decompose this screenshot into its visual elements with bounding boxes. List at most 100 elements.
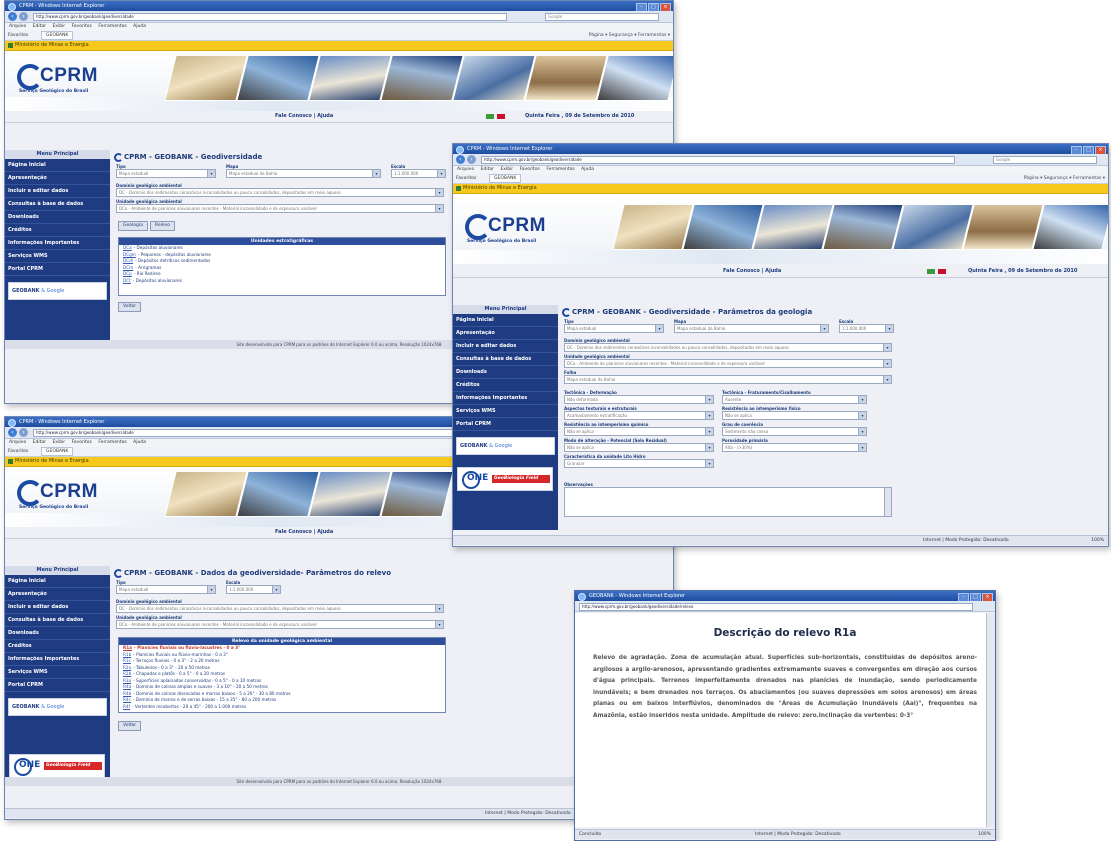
- menu-edit[interactable]: Editar: [33, 440, 46, 445]
- lithohydro-select[interactable]: Granular ▾: [564, 459, 714, 468]
- popup-url-field[interactable]: http://www.cprm.gov.br/geobank/geodivers…: [579, 603, 973, 611]
- map-select[interactable]: Mapa estadual da Bahia ▾: [226, 169, 381, 178]
- brazil-flag-icon[interactable]: [486, 114, 494, 119]
- minimize-icon[interactable]: –: [958, 593, 969, 601]
- sidebar-item-edit-data[interactable]: Incluir e editar dados: [5, 601, 110, 614]
- sidebar-item-queries[interactable]: Consultas à base de dados: [5, 198, 110, 211]
- sidebar-item-important-info[interactable]: Informações Importantes: [5, 653, 110, 666]
- sidebar-item-wms[interactable]: Serviços WMS: [5, 666, 110, 679]
- sidebar-item-edit-data[interactable]: Incluir e editar dados: [453, 340, 558, 353]
- unit-select[interactable]: DCa - Ambiente de planícies aluvionares …: [116, 204, 444, 213]
- geobank-google-link[interactable]: GEOBANK & Google: [8, 282, 107, 300]
- map-select[interactable]: Mapa estadual da Bahia ▾: [674, 324, 829, 333]
- list-item[interactable]: DCt - Depósitos aluvionares: [119, 278, 445, 285]
- scrollbar[interactable]: [884, 488, 891, 516]
- sidebar-item-credits[interactable]: Créditos: [5, 224, 110, 237]
- sidebar-item-wms[interactable]: Serviços WMS: [453, 405, 558, 418]
- close-icon[interactable]: ×: [982, 593, 993, 601]
- zoom-level[interactable]: 100%: [1091, 536, 1104, 545]
- search-box[interactable]: Google: [545, 13, 659, 21]
- menu-favorites[interactable]: Favoritos: [72, 440, 92, 445]
- sidebar-item-home[interactable]: Página Inicial: [453, 314, 558, 327]
- menu-file[interactable]: Arquivo: [457, 167, 474, 172]
- english-flag-icon[interactable]: [938, 269, 946, 274]
- notes-textarea[interactable]: [564, 487, 892, 517]
- back-button[interactable]: Voltar: [118, 302, 142, 312]
- browser-tab[interactable]: GEOBANK: [41, 447, 74, 456]
- type-select[interactable]: Mapa estadual ▾: [564, 324, 664, 333]
- sidebar-item-important-info[interactable]: Informações Importantes: [5, 237, 110, 250]
- menu-file[interactable]: Arquivo: [9, 440, 26, 445]
- sidebar-item-credits[interactable]: Créditos: [453, 379, 558, 392]
- back-button[interactable]: Voltar: [118, 721, 142, 731]
- menu-tools[interactable]: Ferramentas: [98, 24, 126, 29]
- minimize-icon[interactable]: –: [1071, 146, 1082, 154]
- sheet-select[interactable]: Mapa estadual da Bahia ▾: [564, 375, 892, 384]
- contact-help-link[interactable]: Fale Conosco | Ajuda: [723, 266, 781, 277]
- sidebar-item-downloads[interactable]: Downloads: [5, 211, 110, 224]
- menu-edit[interactable]: Editar: [481, 167, 494, 172]
- type-select[interactable]: Mapa estadual ▾: [116, 585, 216, 594]
- maximize-icon[interactable]: □: [970, 593, 981, 601]
- porosity-select[interactable]: Alta - (>30%) ▾: [722, 443, 867, 452]
- favorites-button[interactable]: Favoritos: [456, 174, 476, 183]
- browser-tab[interactable]: GEOBANK: [41, 31, 74, 40]
- sidebar-item-home[interactable]: Página Inicial: [5, 159, 110, 172]
- command-bar[interactable]: Página ▾ Segurança ▾ Ferramentas ▾: [1024, 174, 1105, 183]
- sidebar-item-wms[interactable]: Serviços WMS: [5, 250, 110, 263]
- sidebar-item-edit-data[interactable]: Incluir e editar dados: [5, 185, 110, 198]
- sidebar-item-portal[interactable]: Portal CPRM: [5, 679, 110, 692]
- sidebar-item-presentation[interactable]: Apresentação: [453, 327, 558, 340]
- close-icon[interactable]: ×: [1095, 146, 1106, 154]
- maximize-icon[interactable]: □: [1083, 146, 1094, 154]
- geobank-google-link[interactable]: GEOBANK & Google: [456, 437, 555, 455]
- close-icon[interactable]: ×: [660, 3, 671, 11]
- geology-button[interactable]: Geologia: [118, 221, 148, 231]
- one-logo[interactable]: ONE GeoBiologia Field: [457, 467, 553, 491]
- scale-select[interactable]: 1:1.000.000 ▾: [839, 324, 894, 333]
- coherence-select[interactable]: Sedimento não coeso ▾: [722, 427, 867, 436]
- alteration-select[interactable]: Não se aplica ▾: [564, 443, 714, 452]
- domain-select[interactable]: DC - Domínio dos sedimentos cenozóicos i…: [116, 188, 444, 197]
- sidebar-item-downloads[interactable]: Downloads: [453, 366, 558, 379]
- zoom-level[interactable]: 100%: [978, 830, 991, 839]
- back-arrow-icon[interactable]: ‹: [8, 428, 17, 437]
- forward-arrow-icon[interactable]: ›: [19, 12, 28, 21]
- physical-resistance-select[interactable]: Não se aplica ▾: [722, 411, 867, 420]
- forward-arrow-icon[interactable]: ›: [467, 155, 476, 164]
- menu-view[interactable]: Exibir: [52, 440, 65, 445]
- favorites-button[interactable]: Favoritos: [8, 31, 28, 40]
- sidebar-item-credits[interactable]: Créditos: [5, 640, 110, 653]
- popup-titlebar[interactable]: GEOBANK - Windows Internet Explorer – □ ×: [575, 591, 995, 601]
- ministry-bar[interactable]: Ministério de Minas e Energia: [5, 41, 673, 51]
- geobank-google-link[interactable]: GEOBANK & Google: [8, 698, 107, 716]
- fracturing-select[interactable]: Ausente ▾: [722, 395, 867, 404]
- contact-help-link[interactable]: Fale Conosco | Ajuda: [275, 527, 333, 538]
- menu-view[interactable]: Exibir: [52, 24, 65, 29]
- menu-edit[interactable]: Editar: [33, 24, 46, 29]
- menu-help[interactable]: Ajuda: [581, 167, 594, 172]
- brazil-flag-icon[interactable]: [927, 269, 935, 274]
- deformation-select[interactable]: Não deformada ▾: [564, 395, 714, 404]
- window-titlebar[interactable]: CPRM - Windows Internet Explorer –□×: [5, 1, 673, 11]
- menu-view[interactable]: Exibir: [500, 167, 513, 172]
- scale-select[interactable]: 1:1.000.000 ▾: [226, 585, 281, 594]
- english-flag-icon[interactable]: [497, 114, 505, 119]
- url-field[interactable]: http://www.cprm.gov.br/geobank/geodivers…: [33, 429, 507, 437]
- unit-select[interactable]: DCa - Ambiente de planícies aluvionares …: [116, 620, 444, 629]
- sidebar-item-presentation[interactable]: Apresentação: [5, 588, 110, 601]
- texture-select[interactable]: Acamadamento estratificação ▾: [564, 411, 714, 420]
- list-item[interactable]: R4f - Vertentes recobertas - 20 a 45° - 2…: [119, 704, 445, 711]
- back-arrow-icon[interactable]: ‹: [456, 155, 465, 164]
- domain-select[interactable]: DC - Domínio dos sedimentos cenozóicos i…: [116, 604, 444, 613]
- maximize-icon[interactable]: □: [648, 3, 659, 11]
- sidebar-item-portal[interactable]: Portal CPRM: [5, 263, 110, 276]
- contact-help-link[interactable]: Fale Conosco | Ajuda: [275, 111, 333, 122]
- scale-select[interactable]: 1:1.000.000 ▾: [391, 169, 446, 178]
- type-select[interactable]: Mapa estadual ▾: [116, 169, 216, 178]
- minimize-icon[interactable]: –: [636, 3, 647, 11]
- menu-file[interactable]: Arquivo: [9, 24, 26, 29]
- menu-tools[interactable]: Ferramentas: [546, 167, 574, 172]
- sidebar-item-important-info[interactable]: Informações Importantes: [453, 392, 558, 405]
- domain-select[interactable]: DC - Domínio dos sedimentos cenozóicos i…: [564, 343, 892, 352]
